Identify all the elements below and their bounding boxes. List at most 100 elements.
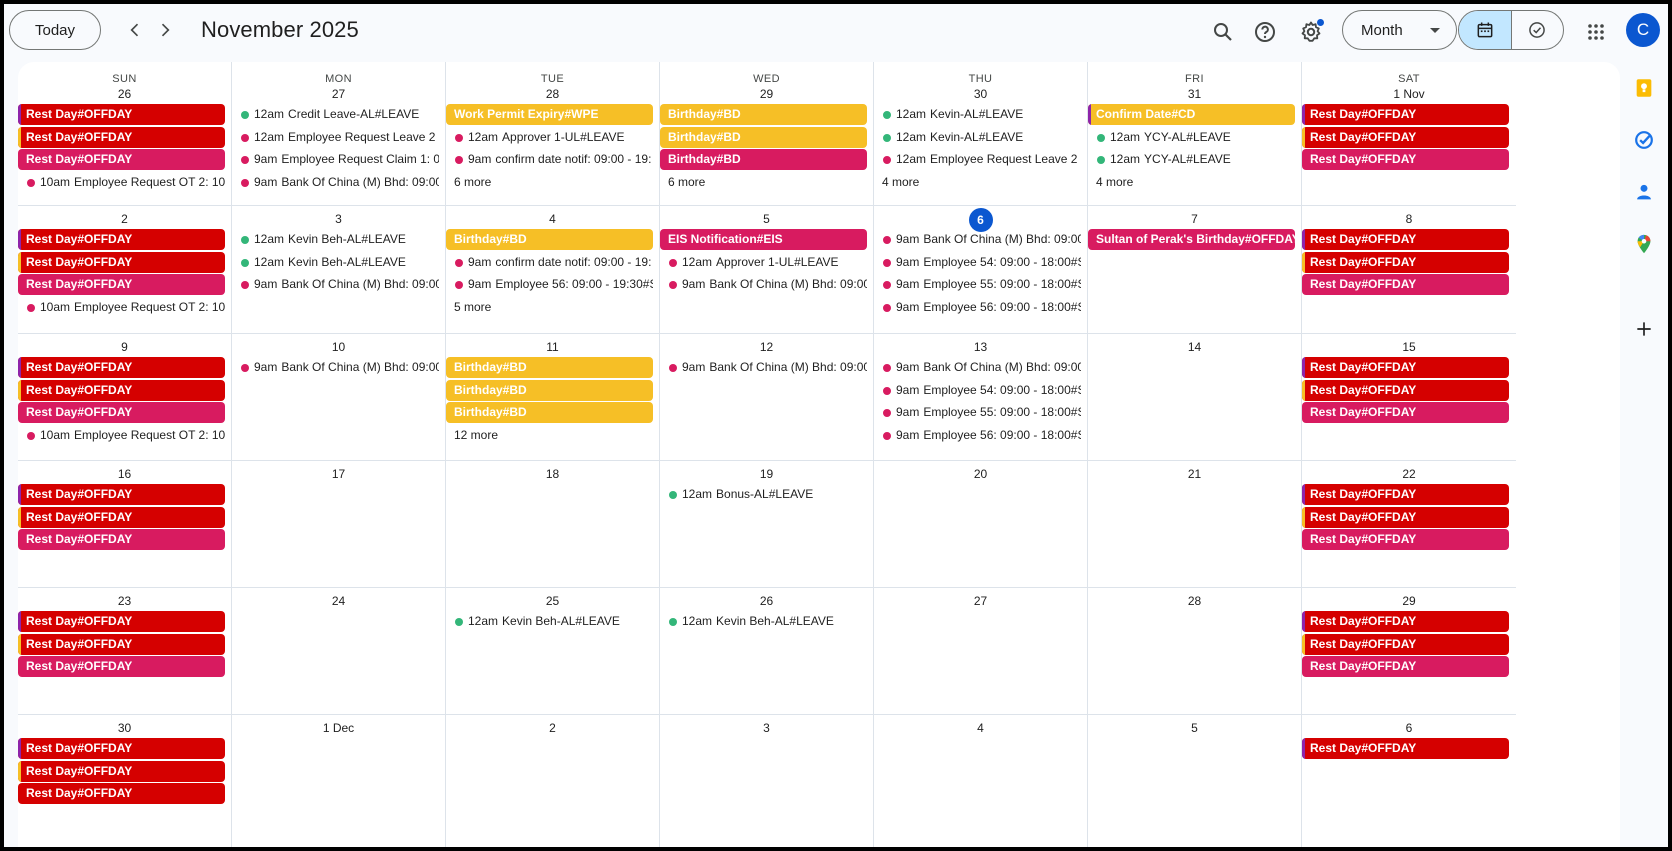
all-day-event-chip[interactable]: Rest Day#OFFDAY — [18, 611, 225, 632]
all-day-event-chip[interactable]: Rest Day#OFFDAY — [1302, 126, 1509, 148]
date-number[interactable]: 26 — [660, 594, 873, 608]
next-month-button[interactable] — [151, 16, 179, 44]
date-number[interactable]: 15 — [1302, 340, 1516, 354]
all-day-event-chip[interactable]: Rest Day#OFFDAY — [1302, 229, 1509, 250]
date-number[interactable]: 24 — [232, 594, 445, 608]
all-day-event-chip[interactable]: Birthday#BD — [660, 149, 867, 170]
date-number[interactable]: 1 Dec — [232, 721, 445, 735]
day-cell[interactable]: 21 — [1088, 461, 1302, 588]
timed-event[interactable]: 12am Employee Request Leave 2 (R — [874, 149, 1081, 170]
all-day-event-chip[interactable]: Rest Day#OFFDAY — [1302, 149, 1509, 170]
timed-event[interactable]: 9am Bank Of China (M) Bhd: 09:00 — [660, 274, 867, 295]
date-number[interactable]: 19 — [660, 467, 873, 481]
day-cell[interactable]: 11 Birthday#BD Birthday#BD Birthday#BD 12 mo… — [446, 334, 660, 461]
timed-event[interactable]: 12am Bonus-AL#LEAVE — [660, 484, 867, 505]
all-day-event-chip[interactable]: Birthday#BD — [446, 402, 653, 423]
date-number[interactable]: 30 — [874, 87, 1087, 101]
contacts-button[interactable] — [1632, 180, 1656, 204]
day-cell[interactable]: MON 27 12am Credit Leave-AL#LEAVE 12am Employ… — [232, 62, 446, 206]
all-day-event-chip[interactable]: Rest Day#OFFDAY — [18, 379, 225, 401]
all-day-event-chip[interactable]: EIS Notification#EIS — [660, 229, 867, 250]
timed-event[interactable]: 12am Kevin-AL#LEAVE — [874, 104, 1081, 125]
view-dropdown[interactable]: Month — [1342, 10, 1457, 50]
all-day-event-chip[interactable]: Rest Day#OFFDAY — [18, 274, 225, 295]
date-number[interactable]: 9 — [18, 340, 231, 354]
all-day-event-chip[interactable]: Rest Day#OFFDAY — [18, 251, 225, 273]
more-events-link[interactable]: 4 more — [1096, 172, 1133, 193]
all-day-event-chip[interactable]: Rest Day#OFFDAY — [18, 484, 225, 505]
day-cell[interactable]: 3 12am Kevin Beh-AL#LEAVE 12am Kevin Beh-AL#… — [232, 206, 446, 334]
day-cell[interactable]: 24 — [232, 588, 446, 715]
day-cell[interactable]: 27 — [874, 588, 1088, 715]
date-number[interactable]: 6 — [1302, 721, 1516, 735]
all-day-event-chip[interactable]: Rest Day#OFFDAY — [18, 229, 225, 250]
date-number[interactable]: 2 — [446, 721, 659, 735]
all-day-event-chip[interactable]: Rest Day#OFFDAY — [18, 506, 225, 528]
date-number[interactable]: 25 — [446, 594, 659, 608]
day-cell[interactable]: 10 9am Bank Of China (M) Bhd: 09:00 — [232, 334, 446, 461]
date-number[interactable]: 29 — [660, 87, 873, 101]
all-day-event-chip[interactable]: Sultan of Perak's Birthday#OFFDAY — [1088, 229, 1295, 250]
day-cell[interactable]: 30 Rest Day#OFFDAY Rest Day#OFFDAY Rest Day… — [18, 715, 232, 847]
more-events-link[interactable]: 6 more — [668, 172, 705, 193]
apps-button[interactable] — [1580, 16, 1612, 48]
previous-month-button[interactable] — [121, 16, 149, 44]
day-cell[interactable]: 28 — [1088, 588, 1302, 715]
all-day-event-chip[interactable]: Rest Day#OFFDAY — [1302, 104, 1509, 125]
all-day-event-chip[interactable]: Rest Day#OFFDAY — [18, 760, 225, 782]
day-cell[interactable]: 4 — [874, 715, 1088, 847]
timed-event[interactable]: 12am Kevin Beh-AL#LEAVE — [232, 229, 439, 250]
timed-event[interactable]: 12am Employee Request Leave 2 (R — [232, 127, 439, 148]
timed-event[interactable]: 10amEmployee Request OT 2: 10:00 — [18, 172, 225, 193]
day-cell[interactable]: 20 — [874, 461, 1088, 588]
all-day-event-chip[interactable]: Rest Day#OFFDAY — [18, 357, 225, 378]
timed-event[interactable]: 12am YCY-AL#LEAVE — [1088, 127, 1295, 148]
search-button[interactable] — [1207, 16, 1239, 48]
day-cell[interactable]: 8 Rest Day#OFFDAY Rest Day#OFFDAY Rest Day#… — [1302, 206, 1516, 334]
day-cell[interactable]: 29 Rest Day#OFFDAY Rest Day#OFFDAY Rest Day… — [1302, 588, 1516, 715]
day-cell[interactable]: 6 9am Bank Of China (M) Bhd: 09:00 9am Emplo… — [874, 206, 1088, 334]
day-cell[interactable]: SUN 26 Rest Day#OFFDAY Rest Day#OFFDAY Rest … — [18, 62, 232, 206]
all-day-event-chip[interactable]: Rest Day#OFFDAY — [18, 149, 225, 170]
date-number[interactable]: 5 — [1088, 721, 1301, 735]
all-day-event-chip[interactable]: Rest Day#OFFDAY — [18, 738, 225, 759]
all-day-event-chip[interactable]: Rest Day#OFFDAY — [18, 656, 225, 677]
account-avatar[interactable]: C — [1626, 13, 1660, 47]
date-number[interactable]: 2 — [18, 212, 231, 226]
day-cell[interactable]: WED 29 Birthday#BD Birthday#BD Birthday#BD 6 … — [660, 62, 874, 206]
tasks-button[interactable] — [1632, 128, 1656, 152]
date-number[interactable]: 10 — [232, 340, 445, 354]
timed-event[interactable]: 12am Approver 1-UL#LEAVE — [660, 252, 867, 273]
date-number[interactable]: 27 — [232, 87, 445, 101]
all-day-event-chip[interactable]: Rest Day#OFFDAY — [1302, 611, 1509, 632]
date-number[interactable]: 4 — [446, 212, 659, 226]
more-events-link[interactable]: 5 more — [454, 297, 491, 318]
day-cell[interactable]: 3 — [660, 715, 874, 847]
timed-event[interactable]: 10amEmployee Request OT 2: 10:00 — [18, 297, 225, 318]
timed-event[interactable]: 12am Credit Leave-AL#LEAVE — [232, 104, 439, 125]
day-cell[interactable]: 25 12am Kevin Beh-AL#LEAVE — [446, 588, 660, 715]
timed-event[interactable]: 10amEmployee Request OT 2: 10:00 — [18, 425, 225, 446]
day-cell[interactable]: 4 Birthday#BD 9am confirm date notif: 09:00… — [446, 206, 660, 334]
day-cell[interactable]: 19 12am Bonus-AL#LEAVE — [660, 461, 874, 588]
all-day-event-chip[interactable]: Rest Day#OFFDAY — [1302, 506, 1509, 528]
all-day-event-chip[interactable]: Rest Day#OFFDAY — [1302, 402, 1509, 423]
all-day-event-chip[interactable]: Birthday#BD — [446, 357, 653, 378]
date-number[interactable]: 20 — [874, 467, 1087, 481]
day-cell[interactable]: 5 EIS Notification#EIS 12am Approver 1-UL#L… — [660, 206, 874, 334]
date-number[interactable]: 18 — [446, 467, 659, 481]
date-number[interactable]: 13 — [874, 340, 1087, 354]
day-cell[interactable]: 1 Dec — [232, 715, 446, 847]
day-cell[interactable]: SAT 1 Nov Rest Day#OFFDAY Rest Day#OFFDAY Re… — [1302, 62, 1516, 206]
day-cell[interactable]: 16 Rest Day#OFFDAY Rest Day#OFFDAY Rest Day… — [18, 461, 232, 588]
date-number[interactable]: 14 — [1088, 340, 1301, 354]
timed-event[interactable]: 9am Employee 54: 09:00 - 18:00#S — [874, 380, 1081, 401]
day-cell[interactable]: 2 — [446, 715, 660, 847]
more-events-link[interactable]: 6 more — [454, 172, 491, 193]
date-number[interactable]: 1 Nov — [1302, 87, 1516, 101]
timed-event[interactable]: 9am Employee 54: 09:00 - 18:00#S — [874, 252, 1081, 273]
timed-event[interactable]: 9am Bank Of China (M) Bhd: 09:00 — [232, 274, 439, 295]
timed-event[interactable]: 9am Employee 56: 09:00 - 19:30#S — [446, 274, 653, 295]
all-day-event-chip[interactable]: Rest Day#OFFDAY — [1302, 379, 1509, 401]
date-number[interactable]: 27 — [874, 594, 1087, 608]
